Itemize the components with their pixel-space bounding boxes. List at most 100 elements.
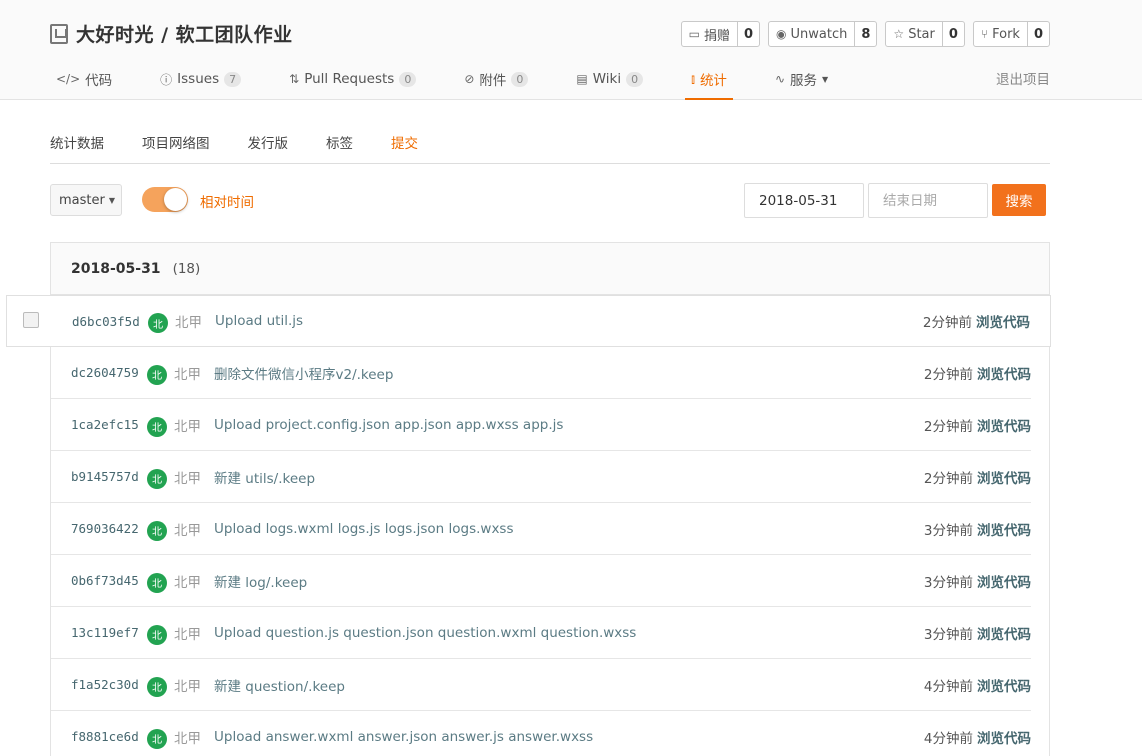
commit-message[interactable]: Upload question.js question.json questio… bbox=[214, 625, 636, 641]
chevron-down-icon: ▼ bbox=[822, 74, 829, 84]
commit-sha[interactable]: 769036422 bbox=[71, 521, 147, 536]
commit-message[interactable]: Upload project.config.json app.json app.… bbox=[214, 417, 563, 433]
commit-author[interactable]: 北甲 bbox=[174, 467, 201, 487]
commit-sha[interactable]: dc2604759 bbox=[71, 365, 147, 380]
branch-select[interactable]: master ▼ bbox=[50, 184, 122, 216]
commit-sha[interactable]: f1a52c30d bbox=[71, 677, 147, 692]
star-button-group[interactable]: ☆ Star 0 bbox=[885, 21, 965, 47]
fork-button-group[interactable]: ⑂ Fork 0 bbox=[972, 21, 1050, 47]
commit-time: 2分钟前 bbox=[923, 366, 973, 383]
commit-author[interactable]: 北甲 bbox=[174, 623, 201, 643]
commit-message[interactable]: 删除文件微信小程序v2/.keep bbox=[214, 363, 393, 383]
toggle-knob[interactable] bbox=[164, 188, 187, 211]
commit-sha[interactable]: d6bc03f5d bbox=[72, 314, 148, 329]
browse-code-link[interactable]: 浏览代码 bbox=[977, 571, 1031, 591]
commit-author[interactable]: 北甲 bbox=[174, 675, 201, 695]
commit-author[interactable]: 北甲 bbox=[174, 519, 201, 539]
avatar[interactable]: 北 bbox=[147, 572, 167, 593]
end-date-input[interactable] bbox=[868, 183, 988, 218]
browse-code-link[interactable]: 浏览代码 bbox=[977, 727, 1031, 747]
nav-services-label: 服务 bbox=[790, 73, 817, 89]
browse-code-link[interactable]: 浏览代码 bbox=[977, 675, 1031, 695]
tab-commits[interactable]: 提交 bbox=[391, 133, 418, 163]
commit-sha[interactable]: 0b6f73d45 bbox=[71, 573, 147, 588]
commit-row[interactable]: d6bc03f5d 北 北甲 Upload util.js 2分钟前 浏览代码 bbox=[6, 295, 1051, 347]
commit-row[interactable]: 0b6f73d45 北 北甲 新建 log/.keep 3分钟前 浏览代码 bbox=[51, 555, 1031, 607]
unwatch-label: Unwatch bbox=[790, 26, 848, 42]
statistics-subtabs: 统计数据 项目网络图 发行版 标签 提交 bbox=[50, 133, 1050, 164]
avatar[interactable]: 北 bbox=[147, 676, 167, 697]
commit-row[interactable]: 1ca2efc15 北 北甲 Upload project.config.jso… bbox=[51, 399, 1031, 451]
tab-tags[interactable]: 标签 bbox=[326, 133, 353, 163]
nav-issues[interactable]: ⓘ Issues 7 bbox=[154, 60, 247, 98]
commit-message[interactable]: Upload util.js bbox=[215, 313, 303, 329]
project-header: 大好时光 / 软工团队作业 ▭ 捐赠 0 ◉ Unwatch 8 ☆ Star 0 ⑂… bbox=[0, 0, 1142, 100]
commit-message[interactable]: Upload answer.wxml answer.json answer.js… bbox=[214, 729, 593, 745]
browse-code-link[interactable]: 浏览代码 bbox=[977, 623, 1031, 643]
donate-count[interactable]: 0 bbox=[738, 22, 759, 46]
repository-icon bbox=[50, 23, 68, 44]
commit-author[interactable]: 北甲 bbox=[175, 311, 202, 331]
commit-message[interactable]: 新建 question/.keep bbox=[214, 675, 345, 695]
commit-message[interactable]: 新建 utils/.keep bbox=[214, 467, 315, 487]
commit-row[interactable]: 13c119ef7 北 北甲 Upload question.js questi… bbox=[51, 607, 1031, 659]
watch-button-group[interactable]: ◉ Unwatch 8 bbox=[768, 21, 878, 47]
browse-code-link[interactable]: 浏览代码 bbox=[977, 519, 1031, 539]
nav-services[interactable]: ∿ 服务 ▼ bbox=[769, 60, 834, 98]
donate-button-group[interactable]: ▭ 捐赠 0 bbox=[680, 21, 761, 47]
nav-wiki[interactable]: ▤ Wiki 0 bbox=[570, 60, 649, 98]
commit-author[interactable]: 北甲 bbox=[174, 415, 201, 435]
nav-statistics[interactable]: ⫾ 统计 bbox=[685, 60, 733, 100]
commit-message[interactable]: Upload logs.wxml logs.js logs.json logs.… bbox=[214, 521, 514, 537]
avatar[interactable]: 北 bbox=[147, 364, 167, 385]
commit-row[interactable]: f8881ce6d 北 北甲 Upload answer.wxml answer… bbox=[51, 711, 1031, 756]
star-count[interactable]: 0 bbox=[943, 22, 964, 46]
donate-button[interactable]: ▭ 捐赠 bbox=[682, 22, 738, 46]
tab-releases[interactable]: 发行版 bbox=[248, 133, 289, 163]
tab-network-graph[interactable]: 项目网络图 bbox=[142, 133, 210, 163]
commit-select-checkbox[interactable] bbox=[23, 312, 39, 328]
avatar[interactable]: 北 bbox=[147, 728, 167, 749]
commit-author[interactable]: 北甲 bbox=[174, 727, 201, 747]
start-date-input[interactable] bbox=[744, 183, 864, 218]
pull-requests-count-badge: 0 bbox=[399, 71, 417, 87]
commit-time: 2分钟前 bbox=[923, 470, 973, 487]
nav-pull-requests[interactable]: ⇅ Pull Requests 0 bbox=[283, 60, 422, 98]
project-title[interactable]: 大好时光 / 软工团队作业 bbox=[76, 20, 293, 47]
wiki-count-badge: 0 bbox=[626, 71, 644, 87]
unwatch-button[interactable]: ◉ Unwatch bbox=[769, 22, 856, 46]
commit-row[interactable]: dc2604759 北 北甲 删除文件微信小程序v2/.keep 2分钟前 浏览… bbox=[51, 347, 1031, 399]
avatar[interactable]: 北 bbox=[147, 520, 167, 541]
avatar[interactable]: 北 bbox=[148, 313, 168, 333]
tab-statistics-data[interactable]: 统计数据 bbox=[50, 133, 104, 163]
commit-author[interactable]: 北甲 bbox=[174, 571, 201, 591]
nav-code[interactable]: </> 代码 bbox=[50, 60, 118, 98]
commit-row[interactable]: 769036422 北 北甲 Upload logs.wxml logs.js … bbox=[51, 503, 1031, 555]
search-button[interactable]: 搜索 bbox=[992, 184, 1046, 216]
browse-code-link[interactable]: 浏览代码 bbox=[976, 311, 1030, 331]
commit-time: 4分钟前 bbox=[923, 730, 973, 747]
avatar[interactable]: 北 bbox=[147, 624, 167, 645]
browse-code-link[interactable]: 浏览代码 bbox=[977, 415, 1031, 435]
commit-author[interactable]: 北甲 bbox=[174, 363, 201, 383]
avatar[interactable]: 北 bbox=[147, 468, 167, 489]
nav-attachments[interactable]: ⊘ 附件 0 bbox=[458, 60, 534, 98]
commit-time: 3分钟前 bbox=[923, 522, 973, 539]
avatar[interactable]: 北 bbox=[147, 416, 167, 437]
commit-sha[interactable]: 1ca2efc15 bbox=[71, 417, 147, 432]
relative-time-toggle[interactable] bbox=[142, 187, 188, 212]
exit-project-link[interactable]: 退出项目 bbox=[996, 68, 1050, 88]
commit-message[interactable]: 新建 log/.keep bbox=[214, 571, 307, 591]
wiki-icon: ▤ bbox=[576, 72, 588, 86]
fork-count[interactable]: 0 bbox=[1028, 22, 1049, 46]
browse-code-link[interactable]: 浏览代码 bbox=[977, 363, 1031, 383]
star-button[interactable]: ☆ Star bbox=[886, 22, 943, 46]
browse-code-link[interactable]: 浏览代码 bbox=[977, 467, 1031, 487]
commit-sha[interactable]: f8881ce6d bbox=[71, 729, 147, 744]
commit-row[interactable]: f1a52c30d 北 北甲 新建 question/.keep 4分钟前 浏览… bbox=[51, 659, 1031, 711]
commit-sha[interactable]: b9145757d bbox=[71, 469, 147, 484]
fork-button[interactable]: ⑂ Fork bbox=[974, 22, 1028, 46]
commit-sha[interactable]: 13c119ef7 bbox=[71, 625, 147, 640]
commit-row[interactable]: b9145757d 北 北甲 新建 utils/.keep 2分钟前 浏览代码 bbox=[51, 451, 1031, 503]
watch-count[interactable]: 8 bbox=[855, 22, 876, 46]
